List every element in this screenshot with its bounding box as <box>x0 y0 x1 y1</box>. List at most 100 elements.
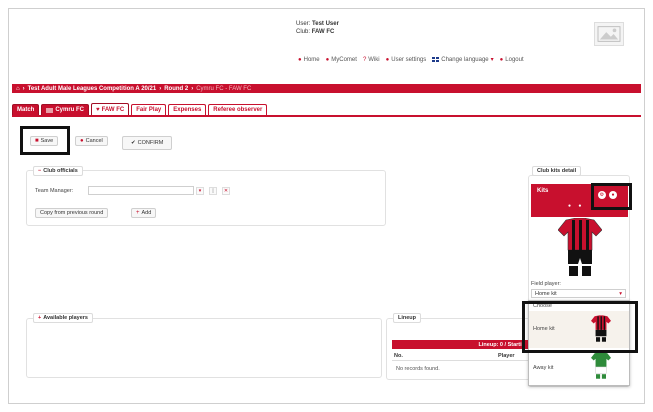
team-manager-label: Team Manager: <box>35 188 74 194</box>
person-icon: ● <box>325 56 330 63</box>
club-kits-legend: Club kits detail <box>532 166 582 176</box>
lineup-col-no: No. <box>394 353 403 359</box>
user-info: User: Test User Club: FAW FC <box>296 20 339 36</box>
club-crest-icon <box>46 107 54 113</box>
lineup-empty-message: No records found. <box>396 366 440 372</box>
kits-header: Kits <box>531 184 628 217</box>
nav-change-language-label: Change language <box>441 56 489 63</box>
available-players-panel <box>26 318 382 378</box>
tab-cymru-fc-label: Cymru FC <box>55 107 85 113</box>
user-name: Test User <box>312 21 339 27</box>
expand-icon: + <box>38 315 42 321</box>
kits-label: Kits <box>537 188 549 194</box>
kit-option-away-label: Away kit <box>533 365 554 371</box>
field-player-value: Home kit <box>535 291 557 297</box>
save-label: Save <box>40 138 54 144</box>
nav-home-label: Home <box>303 56 320 63</box>
tab-expenses-label: Expenses <box>173 107 202 113</box>
available-players-title: Available players <box>43 315 88 321</box>
confirm-button[interactable]: ✔ CONFIRM <box>122 136 173 150</box>
nav-wiki[interactable]: ? Wiki <box>363 56 380 63</box>
breadcrumb: ⌂ › Test Adult Male Leagues Competition … <box>12 84 641 93</box>
club-label: Club: <box>296 29 311 35</box>
team-manager-select[interactable] <box>88 186 194 195</box>
nav-mycomet-label: MyComet <box>331 56 357 63</box>
club-logo-placeholder-icon <box>594 22 624 46</box>
user-label: User: <box>296 21 311 27</box>
nav-user-settings[interactable]: ● User settings <box>386 56 427 63</box>
user-settings-icon: ● <box>385 56 390 63</box>
question-icon: ? <box>362 56 367 63</box>
tab-match-label: Match <box>17 107 35 113</box>
nav-mycomet[interactable]: ● MyComet <box>326 56 357 63</box>
lineup-table-header: No. Player <box>392 352 529 361</box>
home-icon: ● <box>298 56 302 63</box>
kit-option-home-label: Home kit <box>533 326 555 332</box>
copy-from-previous-round-button[interactable]: Copy from previous round <box>35 208 109 218</box>
save-button[interactable]: ■ Save <box>30 136 59 146</box>
breadcrumb-competition[interactable]: Test Adult Male Leagues Competition A 20… <box>28 86 157 92</box>
tab-match[interactable]: Match <box>12 104 40 115</box>
trash-icon[interactable]: ▯ <box>209 187 217 195</box>
collapse-icon: − <box>38 168 42 174</box>
cancel-label: Cancel <box>85 138 103 144</box>
available-players-legend[interactable]: + Available players <box>33 313 93 323</box>
shirt-icon: ♥ <box>96 106 100 113</box>
lineup-count-bar: Lineup: 0 / Startin <box>392 340 529 349</box>
kit-header-icons: ⚙ ● <box>598 191 617 199</box>
kits-pager-dots[interactable]: ● ● <box>568 203 584 209</box>
kit-dropdown-list: Choose Home kit Away kit <box>528 300 630 386</box>
tab-referee-observer[interactable]: Referee observer <box>208 104 268 115</box>
copy-from-previous-round-label: Copy from previous round <box>40 210 104 216</box>
cancel-icon: ● <box>80 138 84 144</box>
breadcrumb-match: Cymru FC - FAW FC <box>196 85 252 92</box>
plus-icon: + <box>136 210 140 216</box>
add-official-label: Add <box>141 210 152 216</box>
top-navigation: ● Home ● MyComet ? Wiki ● User settings Chan… <box>298 56 524 64</box>
nav-home[interactable]: ● Home <box>298 56 320 63</box>
nav-user-settings-label: User settings <box>391 56 427 63</box>
team-manager-dropdown-icon[interactable]: ▾ <box>196 187 204 195</box>
tab-cymru-fc[interactable]: Cymru FC <box>41 104 90 115</box>
field-player-label: Field player: <box>531 281 561 287</box>
lineup-legend: Lineup <box>393 313 422 323</box>
kit-option-choose[interactable]: Choose <box>529 303 629 309</box>
home-kit-image <box>558 218 602 276</box>
confirm-label: CONFIRM <box>137 140 164 146</box>
nav-wiki-label: Wiki <box>368 56 380 63</box>
tab-faw-fc[interactable]: ♥ FAW FC <box>91 103 130 115</box>
chevron-down-icon: ▾ <box>619 291 622 297</box>
remove-icon[interactable]: ✕ <box>222 187 230 195</box>
home-kit-thumbnail <box>591 315 611 342</box>
tab-fair-play[interactable]: Fair Play <box>131 104 167 115</box>
tab-referee-observer-label: Referee observer <box>213 107 263 113</box>
club-kits-title: Club kits detail <box>537 168 577 174</box>
logout-icon: ● <box>499 56 504 63</box>
field-player-select[interactable]: Home kit ▾ <box>531 289 626 298</box>
cancel-button[interactable]: ● Cancel <box>75 136 108 146</box>
club-officials-legend[interactable]: − Club officials <box>33 166 83 176</box>
nav-logout-label: Logout <box>505 56 524 63</box>
nav-logout[interactable]: ● Logout <box>500 56 524 63</box>
tab-fair-play-label: Fair Play <box>136 107 162 113</box>
home-icon[interactable]: ⌂ <box>16 86 20 92</box>
kit-option-home[interactable]: Home kit <box>529 311 629 348</box>
tab-faw-fc-label: FAW FC <box>101 106 125 113</box>
info-icon[interactable]: ● <box>609 191 617 199</box>
club-officials-title: Club officials <box>43 168 78 174</box>
settings-icon[interactable]: ⚙ <box>598 191 606 199</box>
add-official-button[interactable]: + Add <box>131 208 157 218</box>
lineup-title: Lineup <box>398 315 417 321</box>
chevron-down-icon: ▾ <box>490 57 494 63</box>
match-tabs: Match Cymru FC ♥ FAW FC Fair Play Expense… <box>12 103 641 117</box>
gb-flag-icon <box>432 57 440 62</box>
save-icon: ■ <box>35 138 39 144</box>
away-kit-thumbnail <box>591 352 611 379</box>
tab-expenses[interactable]: Expenses <box>168 104 207 115</box>
nav-change-language[interactable]: Change language ▾ <box>432 56 494 63</box>
lineup-col-player: Player <box>498 353 515 359</box>
kit-option-away[interactable]: Away kit <box>529 351 629 385</box>
club-name: FAW FC <box>311 29 335 35</box>
breadcrumb-round[interactable]: Round 2 <box>164 86 188 92</box>
check-icon: ✔ <box>131 140 136 146</box>
